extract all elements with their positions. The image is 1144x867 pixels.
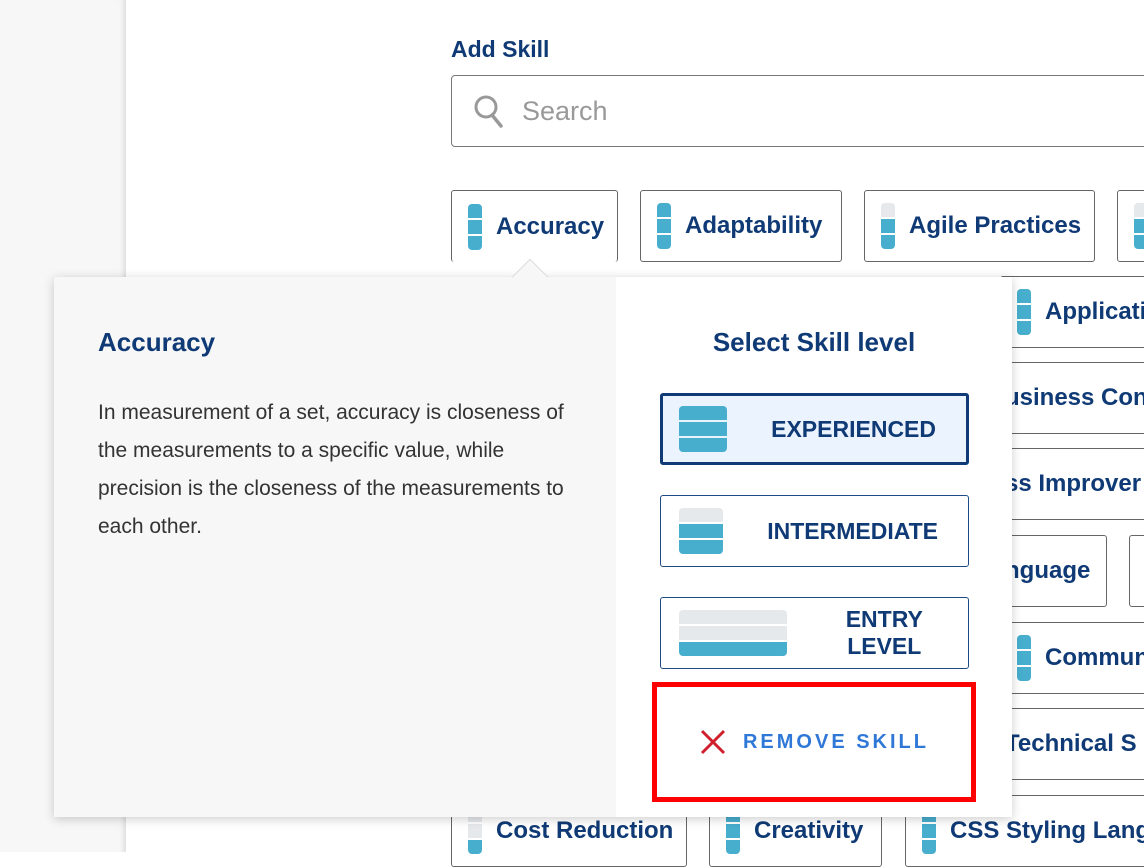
skill-description: In measurement of a set, accuracy is clo… (98, 401, 564, 538)
skill-chip[interactable]: Commun (1000, 622, 1144, 694)
skill-popover: Accuracy In measurement of a set, accura… (54, 277, 1012, 817)
skill-level-icon (657, 203, 671, 249)
skill-level-icon (679, 508, 753, 554)
search-box[interactable] (451, 75, 1144, 147)
skill-name: Accuracy (98, 327, 216, 357)
skill-level-icon (1134, 203, 1144, 249)
remove-skill-label: REMOVE SKILL (742, 730, 929, 753)
level-option-experienced[interactable]: EXPERIENCED (660, 393, 969, 465)
level-option-entry-level[interactable]: ENTRY LEVEL (660, 597, 969, 669)
skill-chip[interactable]: Adaptability (640, 190, 842, 262)
skill-level-pane: Select Skill level EXPERIENCED INTERMEDIA… (616, 277, 1012, 817)
skill-chip[interactable] (1117, 190, 1144, 262)
skill-level-icon (1017, 635, 1031, 681)
skill-chip-label: Commun (1045, 644, 1144, 671)
search-icon (474, 95, 503, 128)
skill-level-icon (881, 203, 895, 249)
select-level-heading: Select Skill level (712, 327, 916, 357)
skill-chip-label: usiness Con (1005, 384, 1144, 411)
skill-chip-label: nguage (1005, 557, 1091, 584)
add-skill-title: Add Skill (451, 36, 550, 62)
level-option-label: EXPERIENCED (771, 415, 936, 442)
level-option-intermediate[interactable]: INTERMEDIATE (660, 495, 969, 567)
skill-level-icon (679, 406, 757, 452)
skill-chip-label: Applicati (1045, 298, 1144, 325)
skill-level-icon (468, 203, 482, 250)
skill-chip-label: CSS Styling Lang (950, 817, 1144, 844)
skill-chip-label: ss Improver (1005, 470, 1142, 497)
skill-chip-label: Cost Reduction (496, 817, 674, 844)
skill-chip-label: Technical S (1005, 730, 1137, 757)
skill-info-pane: Accuracy In measurement of a set, accura… (54, 277, 616, 817)
skill-level-icon (679, 610, 817, 656)
skill-chip-label: Adaptability (685, 212, 823, 239)
skill-chip-label: Agile Practices (909, 212, 1082, 239)
skill-chip[interactable]: Accuracy (451, 190, 618, 262)
skill-chip-label: Accuracy (496, 212, 605, 240)
search-input[interactable] (522, 95, 1022, 127)
level-option-label: INTERMEDIATE (767, 517, 938, 544)
skill-chip[interactable] (1129, 535, 1144, 607)
skill-level-icon (1017, 289, 1031, 335)
level-option-label: ENTRY LEVEL (845, 606, 923, 659)
close-icon (700, 729, 726, 755)
skill-chip[interactable]: Applicati (1000, 276, 1144, 348)
skill-chip-label: Creativity (754, 817, 864, 844)
remove-skill-button[interactable]: REMOVE SKILL (652, 682, 976, 802)
skill-chip[interactable]: Agile Practices (864, 190, 1095, 262)
